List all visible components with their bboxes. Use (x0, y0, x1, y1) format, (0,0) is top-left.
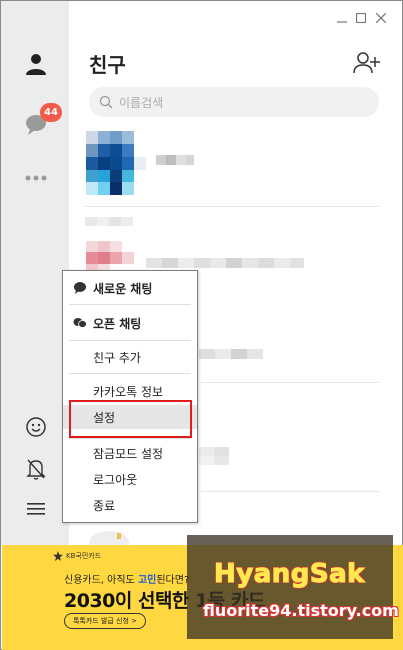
menu-exit[interactable]: 종료 (63, 493, 197, 517)
emoticon-button[interactable] (19, 410, 53, 444)
add-friend-button[interactable] (353, 51, 381, 75)
menu-divider (69, 304, 191, 305)
menu-label: 잠금모드 설정 (93, 446, 164, 461)
notification-button[interactable] (19, 452, 53, 486)
tagline-text-end: 된다면? (156, 575, 190, 586)
kakaotalk-window: 44 친구 이름검색 새로운 채팅 오픈 채팅 친구 추가 카카오톡 정보 설정… (0, 0, 403, 650)
open-chat-icon (73, 318, 87, 328)
watermark-url: fluorite94.tistory.com (203, 601, 399, 620)
menu-add-friend[interactable]: 친구 추가 (63, 345, 197, 369)
sidebar: 44 (1, 1, 69, 545)
more-tab[interactable] (19, 161, 53, 195)
more-dots-icon (25, 175, 47, 181)
menu-label: 새로운 채팅 (93, 281, 153, 296)
page-title: 친구 (89, 53, 126, 77)
unread-badge: 44 (40, 103, 62, 122)
main-menu-popup: 새로운 채팅 오픈 채팅 친구 추가 카카오톡 정보 설정 잠금모드 설정 로그… (62, 270, 198, 523)
menu-divider (69, 340, 191, 341)
menu-lock-mode[interactable]: 잠금모드 설정 (63, 441, 197, 465)
search-placeholder: 이름검색 (119, 95, 164, 110)
menu-new-chat[interactable]: 새로운 채팅 (63, 276, 197, 300)
settings-menu-button[interactable] (19, 492, 53, 526)
kb-logo-icon (53, 551, 63, 561)
menu-divider (69, 373, 191, 374)
maximize-button[interactable] (354, 11, 368, 25)
hamburger-menu-icon (27, 503, 45, 515)
friends-tab[interactable] (19, 47, 53, 81)
menu-label: 오픈 채팅 (93, 316, 142, 331)
brand-name: KB국민카드 (66, 552, 102, 560)
add-friend-icon (353, 52, 380, 74)
close-button[interactable] (374, 11, 388, 25)
watermark-name: HyangSak (214, 559, 365, 590)
menu-label: 로그아웃 (93, 472, 138, 487)
section-divider (85, 206, 379, 207)
menu-label: 종료 (93, 498, 116, 513)
friend-name-blurred (199, 447, 229, 465)
person-icon (26, 54, 46, 75)
minimize-button[interactable] (335, 11, 349, 25)
bell-off-icon (26, 459, 46, 480)
emoji-icon (26, 417, 46, 437)
section-label-blurred (85, 217, 133, 226)
search-icon (99, 95, 113, 109)
banner-brand: KB국민카드 (53, 551, 101, 561)
search-box[interactable]: 이름검색 (89, 87, 379, 117)
menu-open-chat[interactable]: 오픈 채팅 (63, 311, 197, 335)
menu-label: 친구 추가 (93, 350, 141, 365)
banner-tagline: 신용카드, 아직도 고민된다면? (64, 571, 189, 586)
tagline-highlight: 고민 (137, 575, 157, 586)
banner-cta-button[interactable]: 톡톡카드 발급 신청 > (64, 613, 146, 629)
settings-highlight-annotation (69, 400, 192, 438)
menu-label: 카카오톡 정보 (93, 384, 164, 399)
minimize-icon (337, 21, 347, 23)
friend-name-blurred (146, 258, 304, 268)
menu-logout[interactable]: 로그아웃 (63, 467, 197, 491)
tagline-text: 신용카드, 아직도 (64, 575, 138, 586)
close-icon (376, 13, 386, 23)
friend-name-blurred (199, 349, 263, 359)
section-divider (201, 382, 379, 383)
chat-bubble-icon (74, 282, 86, 294)
avatar (86, 131, 146, 195)
maximize-icon (356, 13, 366, 23)
profile-name-blurred (156, 155, 194, 165)
menu-divider (69, 438, 191, 439)
section-divider (201, 491, 379, 492)
